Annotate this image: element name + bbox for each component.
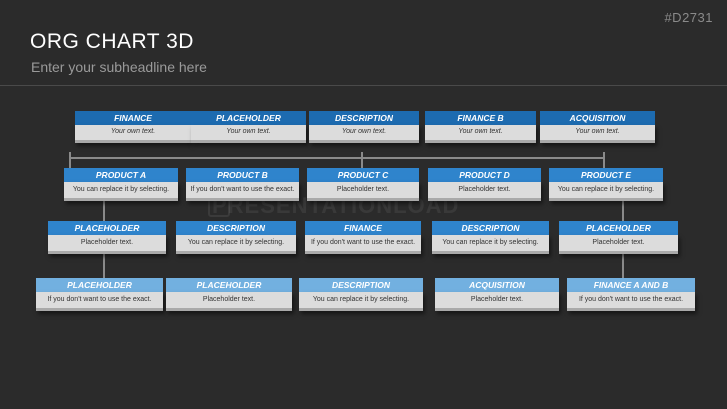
org-box-title: PLACEHOLDER xyxy=(166,278,292,292)
org-box-text: Your own text. xyxy=(75,125,191,143)
org-box[interactable]: PLACEHOLDER If you don't want to use the… xyxy=(36,278,163,311)
org-box-text: Placeholder text. xyxy=(48,235,166,254)
org-box-title: PRODUCT C xyxy=(307,168,419,182)
org-box[interactable]: FINANCE If you don't want to use the exa… xyxy=(305,221,421,254)
org-box[interactable]: PLACEHOLDER Placeholder text. xyxy=(48,221,166,254)
org-box-title: DESCRIPTION xyxy=(299,278,423,292)
org-box-title: ACQUISITION xyxy=(540,111,655,125)
org-box[interactable]: PRODUCT C Placeholder text. xyxy=(307,168,419,201)
org-box-title: FINANCE B xyxy=(425,111,536,125)
org-box-title: PRODUCT D xyxy=(428,168,541,182)
org-box[interactable]: DESCRIPTION Your own text. xyxy=(309,111,419,143)
org-box[interactable]: FINANCE B Your own text. xyxy=(425,111,536,143)
org-box-text: You can replace it by selecting. xyxy=(299,292,423,311)
org-box-title: PLACEHOLDER xyxy=(559,221,678,235)
org-box-title: DESCRIPTION xyxy=(432,221,549,235)
org-box[interactable]: PLACEHOLDER Your own text. xyxy=(191,111,306,143)
org-box-title: DESCRIPTION xyxy=(309,111,419,125)
org-box-text: Placeholder text. xyxy=(435,292,559,311)
org-box-title: ACQUISITION xyxy=(435,278,559,292)
org-box-title: PLACEHOLDER xyxy=(36,278,163,292)
org-box-text: Your own text. xyxy=(309,125,419,143)
org-box-title: PLACEHOLDER xyxy=(191,111,306,125)
org-box-title: PRODUCT B xyxy=(186,168,299,182)
org-box-text: Your own text. xyxy=(540,125,655,143)
org-box-text: Placeholder text. xyxy=(428,182,541,201)
org-box[interactable]: DESCRIPTION You can replace it by select… xyxy=(299,278,423,311)
org-box-title: PLACEHOLDER xyxy=(48,221,166,235)
org-box-title: FINANCE xyxy=(305,221,421,235)
org-box-text: Placeholder text. xyxy=(166,292,292,311)
org-box[interactable]: FINANCE A AND B If you don't want to use… xyxy=(567,278,695,311)
org-box-text: You can replace it by selecting. xyxy=(432,235,549,254)
org-box[interactable]: ACQUISITION Your own text. xyxy=(540,111,655,143)
org-box-text: You can replace it by selecting. xyxy=(64,182,178,201)
org-box-title: PRODUCT A xyxy=(64,168,178,182)
org-box-text: Placeholder text. xyxy=(559,235,678,254)
org-box-text: If you don't want to use the exact. xyxy=(567,292,695,311)
org-box-title: FINANCE A AND B xyxy=(567,278,695,292)
slide: #D2731 ORG CHART 3D Enter your subheadli… xyxy=(0,0,727,409)
org-box-title: PRODUCT E xyxy=(549,168,663,182)
org-box[interactable]: PRODUCT D Placeholder text. xyxy=(428,168,541,201)
org-box-text: You can replace it by selecting. xyxy=(176,235,296,254)
org-box-text: If you don't want to use the exact. xyxy=(186,182,299,201)
org-box[interactable]: ACQUISITION Placeholder text. xyxy=(435,278,559,311)
org-box[interactable]: DESCRIPTION You can replace it by select… xyxy=(432,221,549,254)
org-box[interactable]: PRODUCT A You can replace it by selectin… xyxy=(64,168,178,201)
org-box-text: Your own text. xyxy=(425,125,536,143)
org-box[interactable]: DESCRIPTION You can replace it by select… xyxy=(176,221,296,254)
org-box-text: Placeholder text. xyxy=(307,182,419,201)
org-box-text: If you don't want to use the exact. xyxy=(36,292,163,311)
org-box[interactable]: PRODUCT E You can replace it by selectin… xyxy=(549,168,663,201)
org-box-title: FINANCE xyxy=(75,111,191,125)
org-box[interactable]: PRODUCT B If you don't want to use the e… xyxy=(186,168,299,201)
org-box[interactable]: PLACEHOLDER Placeholder text. xyxy=(166,278,292,311)
org-box[interactable]: PLACEHOLDER Placeholder text. xyxy=(559,221,678,254)
org-box-title: DESCRIPTION xyxy=(176,221,296,235)
org-box-text: You can replace it by selecting. xyxy=(549,182,663,201)
org-box-text: Your own text. xyxy=(191,125,306,143)
org-box-text: If you don't want to use the exact. xyxy=(305,235,421,254)
org-box[interactable]: FINANCE Your own text. xyxy=(75,111,191,143)
